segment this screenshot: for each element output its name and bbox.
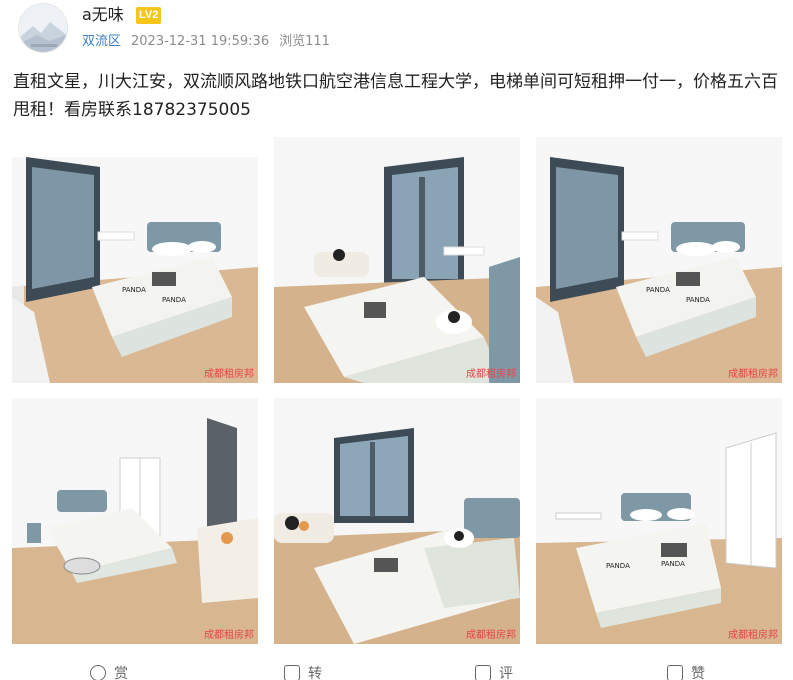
bedroom-photo: PANDA PANDA (12, 137, 258, 383)
photo-thumbnail[interactable]: 成都租房邦 (274, 398, 520, 644)
svg-text:PANDA: PANDA (606, 562, 630, 570)
like-label: 赞 (691, 666, 705, 680)
comment-icon (475, 665, 491, 680)
bedroom-photo: PANDA PANDA (536, 137, 782, 383)
post-header: a无味 LV2 双流区 2023-12-31 19:59:36 浏览111 (0, 0, 793, 62)
svg-text:PANDA: PANDA (122, 286, 146, 294)
bedroom-photo (274, 137, 520, 383)
post-meta: 双流区 2023-12-31 19:59:36 浏览111 (82, 33, 330, 51)
svg-text:PANDA: PANDA (661, 560, 685, 568)
reward-button[interactable]: 赏 (90, 664, 128, 680)
comment-button[interactable]: 评 (475, 664, 513, 680)
photo-thumbnail[interactable]: 成都租房邦 (274, 137, 520, 383)
thumbs-up-icon (667, 665, 683, 680)
svg-text:PANDA: PANDA (646, 286, 670, 294)
share-button[interactable]: 转 (284, 664, 322, 680)
reward-icon (90, 665, 106, 680)
svg-text:PANDA: PANDA (686, 296, 710, 304)
username[interactable]: a无味 (82, 5, 124, 25)
reward-label: 赏 (114, 666, 128, 680)
watermark: 成都租房邦 (204, 369, 254, 380)
watermark: 成都租房邦 (728, 630, 778, 641)
view-count: 浏览111 (279, 34, 330, 49)
photo-thumbnail[interactable]: 成都租房邦 (12, 398, 258, 644)
district-link[interactable]: 双流区 (82, 34, 121, 49)
watermark: 成都租房邦 (204, 630, 254, 641)
post-action-bar: 赏 转 评 赞 (0, 664, 793, 680)
comment-label: 评 (499, 666, 513, 680)
photo-thumbnail[interactable]: PANDA PANDA 成都租房邦 (536, 137, 782, 383)
photo-thumbnail[interactable]: PANDA PANDA 成都租房邦 (536, 398, 782, 644)
photo-thumbnail[interactable]: PANDA PANDA 成都租房邦 (12, 137, 258, 383)
bedroom-photo (274, 398, 520, 644)
svg-text:PANDA: PANDA (162, 296, 186, 304)
share-label: 转 (308, 666, 322, 680)
like-button[interactable]: 赞 (667, 664, 705, 680)
post-body: 直租文星，川大江安，双流顺风路地铁口航空港信息工程大学，电梯单间可短租押一付一，… (13, 72, 778, 120)
share-icon (284, 665, 300, 680)
watermark: 成都租房邦 (466, 369, 516, 380)
bedroom-photo (12, 398, 258, 644)
watermark: 成都租房邦 (466, 630, 516, 641)
watermark: 成都租房邦 (728, 369, 778, 380)
avatar-image (19, 4, 67, 52)
bedroom-photo: PANDA PANDA (536, 398, 782, 644)
user-avatar[interactable] (18, 3, 68, 53)
level-badge: LV2 (136, 7, 162, 24)
post-timestamp: 2023-12-31 19:59:36 (131, 34, 270, 49)
